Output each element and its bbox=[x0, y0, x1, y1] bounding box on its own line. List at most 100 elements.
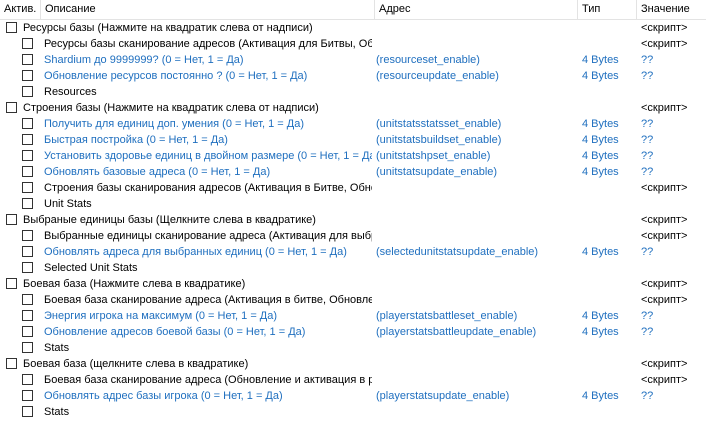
activate-checkbox[interactable] bbox=[22, 134, 33, 145]
table-row[interactable]: Обновлять базовые адреса (0 = Нет, 1 = Д… bbox=[0, 164, 706, 180]
activate-checkbox[interactable] bbox=[22, 294, 33, 305]
row-value[interactable]: ?? bbox=[641, 164, 706, 180]
row-description: Ресурсы базы сканирование адресов (Актив… bbox=[44, 38, 372, 50]
row-value[interactable]: <скрипт> bbox=[641, 36, 706, 52]
activate-checkbox[interactable] bbox=[22, 54, 33, 65]
activate-checkbox[interactable] bbox=[22, 326, 33, 337]
row-address: (resourceset_enable) bbox=[376, 54, 480, 66]
table-row[interactable]: Stats bbox=[0, 404, 706, 420]
column-header-value[interactable]: Значение bbox=[637, 0, 706, 19]
activate-checkbox[interactable] bbox=[22, 406, 33, 417]
row-value[interactable]: ?? bbox=[641, 308, 706, 324]
row-value[interactable]: ?? bbox=[641, 148, 706, 164]
row-type: 4 Bytes bbox=[582, 150, 619, 162]
row-description: Строения базы сканирования адресов (Акти… bbox=[44, 182, 372, 194]
row-value[interactable] bbox=[641, 196, 706, 212]
table-row[interactable]: Строения базы сканирования адресов (Акти… bbox=[0, 180, 706, 196]
table-group-row[interactable]: Боевая база (щелкните слева в квадратике… bbox=[0, 356, 706, 372]
row-value[interactable]: <скрипт> bbox=[641, 372, 706, 388]
row-value[interactable]: ?? bbox=[641, 132, 706, 148]
row-value[interactable]: ?? bbox=[641, 68, 706, 84]
activate-checkbox[interactable] bbox=[6, 358, 17, 369]
activate-checkbox[interactable] bbox=[22, 70, 33, 81]
row-address: (unitstatsbuildset_enable) bbox=[376, 134, 502, 146]
row-value[interactable]: <скрипт> bbox=[641, 228, 706, 244]
row-value[interactable]: ?? bbox=[641, 324, 706, 340]
table-row[interactable]: Выбранные единицы сканирование адреса (А… bbox=[0, 228, 706, 244]
column-header-description[interactable]: Описание bbox=[41, 0, 375, 19]
activate-checkbox[interactable] bbox=[22, 182, 33, 193]
table-row[interactable]: Resources bbox=[0, 84, 706, 100]
row-value[interactable]: ?? bbox=[641, 388, 706, 404]
row-address: (playerstatsupdate_enable) bbox=[376, 390, 510, 402]
table-row[interactable]: Обновление ресурсов постоянно ? (0 = Нет… bbox=[0, 68, 706, 84]
table-row[interactable]: Получить для единиц доп. умения (0 = Нет… bbox=[0, 116, 706, 132]
table-row[interactable]: Shardium до 9999999? (0 = Нет, 1 = Да) (r… bbox=[0, 52, 706, 68]
table-group-row[interactable]: Ресурсы базы (Нажмите на квадратик слева… bbox=[0, 20, 706, 36]
row-description: Боевая база (Нажмите слева в квадратике) bbox=[23, 278, 246, 290]
table-row[interactable]: Боевая база сканирование адреса (Обновле… bbox=[0, 372, 706, 388]
table-row[interactable]: Обновлять адрес базы игрока (0 = Нет, 1 … bbox=[0, 388, 706, 404]
table-row[interactable]: Быстрая постройка (0 = Нет, 1 = Да) (unit… bbox=[0, 132, 706, 148]
table-row[interactable]: Обновлять адреса для выбранных единиц (0… bbox=[0, 244, 706, 260]
column-header-active[interactable]: Актив. bbox=[0, 0, 41, 19]
row-value[interactable]: ?? bbox=[641, 52, 706, 68]
row-type bbox=[582, 404, 638, 420]
row-value[interactable]: <скрипт> bbox=[641, 276, 706, 292]
row-description: Resources bbox=[44, 86, 97, 98]
table-row[interactable]: Stats bbox=[0, 340, 706, 356]
row-value[interactable]: <скрипт> bbox=[641, 212, 706, 228]
row-type bbox=[582, 100, 638, 116]
activate-checkbox[interactable] bbox=[22, 246, 33, 257]
activate-checkbox[interactable] bbox=[22, 118, 33, 129]
table-row[interactable]: Установить здоровье единиц в двойном раз… bbox=[0, 148, 706, 164]
table-group-row[interactable]: Выбраные единицы базы (Щелкните слева в … bbox=[0, 212, 706, 228]
activate-checkbox[interactable] bbox=[22, 374, 33, 385]
activate-checkbox[interactable] bbox=[6, 22, 17, 33]
table-group-row[interactable]: Строения базы (Нажмите на квадратик слев… bbox=[0, 100, 706, 116]
column-header-type[interactable]: Тип bbox=[578, 0, 637, 19]
activate-checkbox[interactable] bbox=[22, 150, 33, 161]
row-value[interactable]: ?? bbox=[641, 116, 706, 132]
row-description: Selected Unit Stats bbox=[44, 262, 138, 274]
table-row[interactable]: Selected Unit Stats bbox=[0, 260, 706, 276]
row-value[interactable]: <скрипт> bbox=[641, 356, 706, 372]
row-value[interactable] bbox=[641, 260, 706, 276]
column-header-address[interactable]: Адрес bbox=[375, 0, 578, 19]
activate-checkbox[interactable] bbox=[22, 166, 33, 177]
row-description: Обновлять базовые адреса (0 = Нет, 1 = Д… bbox=[44, 166, 271, 178]
activate-checkbox[interactable] bbox=[6, 278, 17, 289]
row-value[interactable] bbox=[641, 84, 706, 100]
activate-checkbox[interactable] bbox=[6, 214, 17, 225]
table-row[interactable]: Энергия игрока на максимум (0 = Нет, 1 =… bbox=[0, 308, 706, 324]
row-type: 4 Bytes bbox=[582, 134, 619, 146]
activate-checkbox[interactable] bbox=[22, 198, 33, 209]
row-value[interactable]: ?? bbox=[641, 244, 706, 260]
row-address bbox=[376, 228, 576, 244]
row-description: Обновлять адреса для выбранных единиц (0… bbox=[44, 246, 347, 258]
row-address: (selectedunitstatsupdate_enable) bbox=[376, 246, 539, 258]
activate-checkbox[interactable] bbox=[22, 310, 33, 321]
row-address bbox=[376, 36, 576, 52]
activate-checkbox[interactable] bbox=[22, 390, 33, 401]
row-value[interactable]: <скрипт> bbox=[641, 292, 706, 308]
row-description: Боевая база сканирование адреса (Обновле… bbox=[44, 374, 372, 386]
row-value[interactable]: <скрипт> bbox=[641, 100, 706, 116]
row-value[interactable]: <скрипт> bbox=[641, 180, 706, 196]
row-value[interactable] bbox=[641, 340, 706, 356]
table-row[interactable]: Ресурсы базы сканирование адресов (Актив… bbox=[0, 36, 706, 52]
table-row[interactable]: Боевая база сканирование адреса (Активац… bbox=[0, 292, 706, 308]
row-value[interactable] bbox=[641, 404, 706, 420]
row-value[interactable]: <скрипт> bbox=[641, 20, 706, 36]
activate-checkbox[interactable] bbox=[22, 86, 33, 97]
activate-checkbox[interactable] bbox=[6, 102, 17, 113]
row-description: Ресурсы базы (Нажмите на квадратик слева… bbox=[23, 22, 313, 34]
activate-checkbox[interactable] bbox=[22, 262, 33, 273]
activate-checkbox[interactable] bbox=[22, 342, 33, 353]
activate-checkbox[interactable] bbox=[22, 230, 33, 241]
table-row[interactable]: Unit Stats bbox=[0, 196, 706, 212]
row-description: Быстрая постройка (0 = Нет, 1 = Да) bbox=[44, 134, 228, 146]
activate-checkbox[interactable] bbox=[22, 38, 33, 49]
table-row[interactable]: Обновление адресов боевой базы (0 = Нет,… bbox=[0, 324, 706, 340]
table-group-row[interactable]: Боевая база (Нажмите слева в квадратике)… bbox=[0, 276, 706, 292]
